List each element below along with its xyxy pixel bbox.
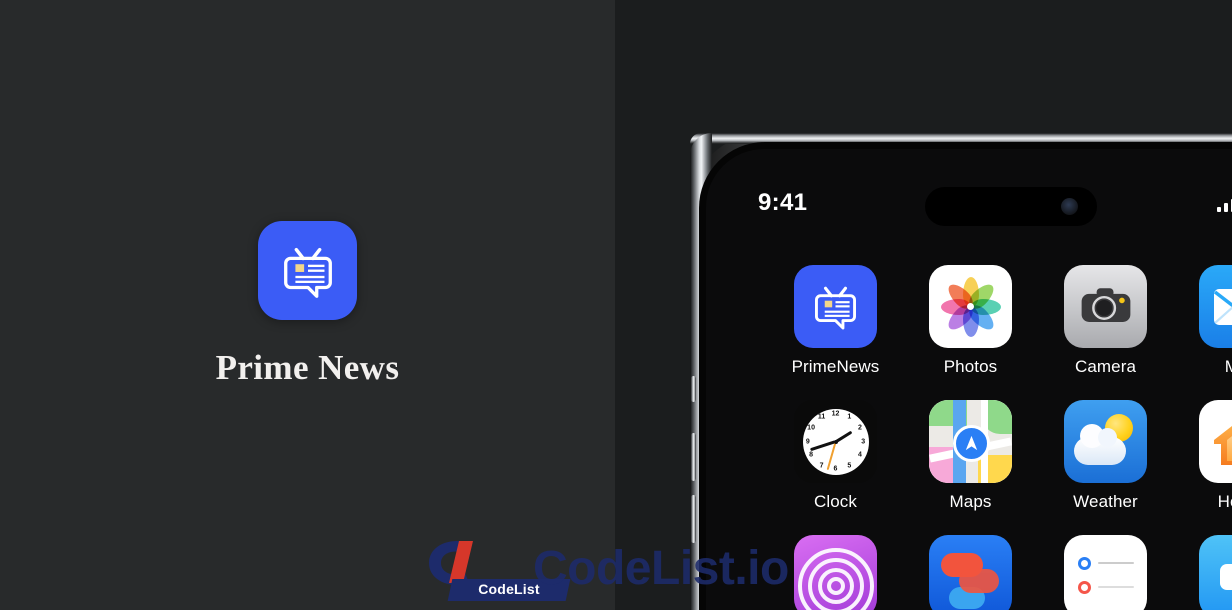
volume-down-button[interactable] — [691, 495, 696, 543]
app-icon-mail[interactable]: Mail — [1173, 265, 1232, 377]
app-row: PrimeNews Photos Camera M — [706, 265, 1232, 377]
app-icon-weather[interactable]: Weather — [1038, 400, 1173, 512]
podcasts-app-icon[interactable] — [794, 535, 877, 610]
status-bar-indicators — [1216, 195, 1232, 212]
clock-app-icon[interactable]: 12 1 2 3 4 5 6 7 8 9 10 11 — [794, 400, 877, 483]
navigation-arrow-icon — [952, 425, 990, 463]
app-icon-maps[interactable]: Maps — [903, 400, 1038, 512]
app-label: Clock — [813, 492, 857, 511]
app-label: Weather — [1073, 492, 1138, 511]
prime-news-app-icon[interactable] — [794, 265, 877, 348]
video-camera-icon — [1219, 563, 1232, 590]
app-icon-podcasts[interactable] — [768, 535, 903, 610]
house-icon — [1213, 425, 1232, 465]
front-camera-lens-icon — [1061, 198, 1078, 215]
prime-news-app-icon-large[interactable] — [258, 221, 357, 320]
app-store-app-icon[interactable] — [929, 535, 1012, 610]
brand-panel: Prime News — [0, 0, 615, 610]
app-row — [706, 535, 1232, 610]
mail-app-icon[interactable] — [1199, 265, 1232, 348]
photos-app-icon[interactable] — [929, 265, 1012, 348]
silent-switch[interactable] — [691, 376, 696, 402]
app-icon-app-store[interactable] — [903, 535, 1038, 610]
maps-app-icon[interactable] — [929, 400, 1012, 483]
news-tv-speech-bubble-icon — [815, 286, 856, 330]
news-tv-speech-bubble-icon — [283, 247, 332, 298]
phone-screen: 9:41 PrimeNews Photos Camera M 12 1 2 3 … — [706, 149, 1232, 610]
weather-app-icon[interactable] — [1064, 400, 1147, 483]
reminders-app-icon[interactable] — [1064, 535, 1147, 610]
screenshot-stage: Prime News 9:41 PrimeNews Photos Camera … — [0, 0, 1232, 610]
app-row: 12 1 2 3 4 5 6 7 8 9 10 11 Clock Maps We… — [706, 400, 1232, 512]
app-icon-photos[interactable]: Photos — [903, 265, 1038, 377]
app-icon-facetime[interactable] — [1173, 535, 1232, 610]
volume-up-button[interactable] — [691, 433, 696, 481]
cellular-signal-icon — [1216, 195, 1232, 212]
home-screen-app-grid: PrimeNews Photos Camera M 12 1 2 3 4 5 6… — [706, 265, 1232, 610]
brand-app-name: Prime News — [215, 348, 400, 387]
app-icon-primenews[interactable]: PrimeNews — [768, 265, 903, 377]
camera-app-icon[interactable] — [1064, 265, 1147, 348]
app-icon-clock[interactable]: 12 1 2 3 4 5 6 7 8 9 10 11 Clock — [768, 400, 903, 512]
app-icon-home[interactable]: Home — [1173, 400, 1232, 512]
app-icon-camera[interactable]: Camera — [1038, 265, 1173, 377]
app-label: Mail — [1224, 357, 1232, 376]
app-label: Camera — [1074, 357, 1137, 376]
app-label: PrimeNews — [791, 357, 880, 376]
cloud-icon — [1074, 424, 1126, 465]
status-bar: 9:41 — [706, 187, 1232, 226]
app-label: Photos — [943, 357, 998, 376]
app-icon-reminders[interactable] — [1038, 535, 1173, 610]
dynamic-island[interactable] — [925, 187, 1097, 226]
iphone-mockup: 9:41 PrimeNews Photos Camera M 12 1 2 3 … — [690, 133, 1232, 610]
app-label: Home — [1217, 492, 1232, 511]
facetime-app-icon[interactable] — [1199, 535, 1232, 610]
camera-glyph-icon — [1081, 287, 1130, 322]
home-app-icon[interactable] — [1199, 400, 1232, 483]
app-label: Maps — [949, 492, 992, 511]
envelope-icon — [1213, 288, 1232, 325]
status-bar-time: 9:41 — [758, 189, 808, 216]
clock-face: 12 1 2 3 4 5 6 7 8 9 10 11 — [802, 408, 869, 475]
